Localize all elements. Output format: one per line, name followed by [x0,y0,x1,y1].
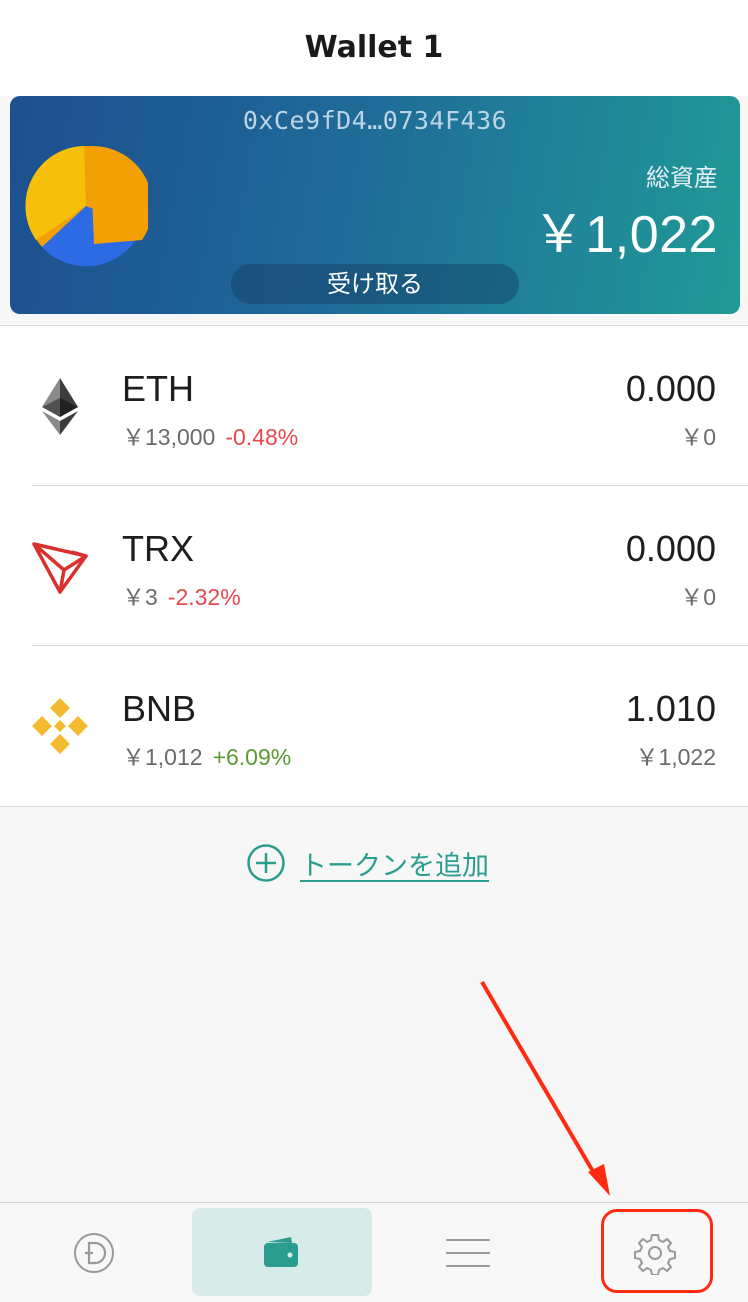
total-assets-value: ￥1,022 [532,206,718,264]
nav-wallet[interactable] [187,1203,374,1302]
token-symbol: BNB [122,688,197,729]
token-fiat-value: ￥0 [680,424,716,450]
dapp-coin-icon [73,1232,114,1273]
token-change: -2.32% [167,584,241,610]
ethereum-icon [42,378,78,435]
add-token-link[interactable]: トークンを追加 [246,842,489,884]
receive-button[interactable]: 受け取る [231,264,519,304]
token-change: -0.48% [225,424,299,450]
token-fiat-value: ￥1,022 [635,744,716,770]
token-price: ￥3 -2.32% [122,578,241,612]
binance-icon [32,698,88,754]
token-change: +6.09% [212,744,292,770]
menu-lines-icon [445,1238,490,1267]
nav-menu[interactable] [374,1203,561,1302]
token-price-value: ￥1,012 [122,744,203,770]
token-row-trx[interactable]: TRX ￥3 -2.32% 0.000 ￥0 [0,486,748,646]
token-list: ETH ￥13,000 -0.48% 0.000 ￥0 TRX ￥3 -2.32% … [0,325,748,807]
wallet-title[interactable]: Wallet 1 [0,30,748,65]
token-row-bnb[interactable]: BNB ￥1,012 +6.09% 1.010 ￥1,022 [0,646,748,806]
total-assets-label: 総資産 [646,164,718,192]
wallet-address[interactable]: 0xCe9fD4…0734F436 [10,106,740,135]
token-balance: 0.000 [625,528,716,569]
add-token-label[interactable]: トークンを追加 [300,844,489,883]
portfolio-pie-chart [25,145,148,267]
balance-card: 0xCe9fD4…0734F436 総資産 ￥1,022 受け取る [10,96,740,314]
token-row-eth[interactable]: ETH ￥13,000 -0.48% 0.000 ￥0 [0,326,748,486]
token-price: ￥1,012 +6.09% [122,738,291,772]
annotation-highlight-box [601,1209,713,1293]
plus-circle-icon [247,844,285,882]
token-symbol: ETH [122,368,194,409]
header: Wallet 1 [0,0,748,96]
token-symbol: TRX [122,528,194,569]
wallet-icon [263,1236,298,1267]
pie-slice-orange [90,145,148,244]
token-balance: 1.010 [625,688,716,729]
tron-icon [32,542,88,594]
token-balance: 0.000 [625,368,716,409]
token-fiat-value: ￥0 [680,584,716,610]
token-price-value: ￥3 [122,584,158,610]
token-price: ￥13,000 -0.48% [122,418,298,452]
token-price-value: ￥13,000 [122,424,216,450]
nav-dapp[interactable] [0,1203,187,1302]
